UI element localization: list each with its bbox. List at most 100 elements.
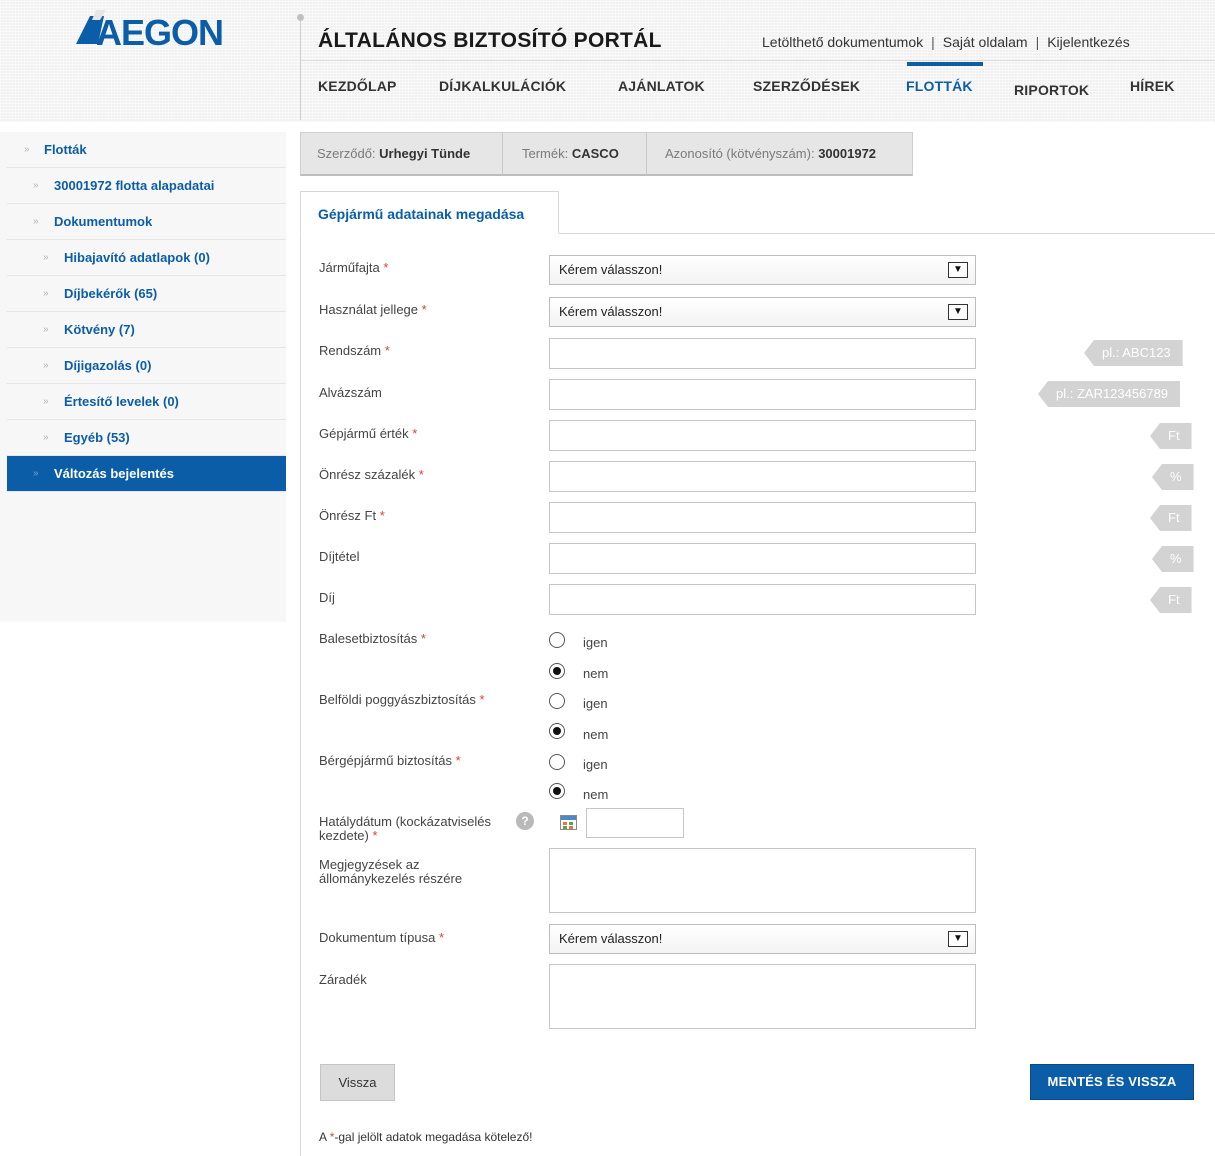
tab-vehicle-data[interactable]: Gépjármű adatainak megadása <box>300 191 559 234</box>
nav-kezdolap[interactable]: KEZDŐLAP <box>318 78 397 94</box>
contractor-info: Szerződő: Urhegyi Tünde <box>317 133 470 175</box>
nav-szerzodesek[interactable]: SZERZŐDÉSEK <box>753 78 860 94</box>
sidebar-item-dijigazolas[interactable]: » Díjigazolás (0) <box>7 348 286 384</box>
chassis-label: Alvázszám <box>319 385 382 400</box>
help-icon[interactable]: ? <box>516 812 534 830</box>
sidebar-item-label: Dokumentumok <box>54 214 153 229</box>
luggage-yes-radio[interactable] <box>549 693 565 709</box>
contract-info-bar: Szerződő: Urhegyi Tünde Termék: CASCO Az… <box>300 132 913 176</box>
plate-input[interactable] <box>549 338 976 369</box>
effective-date-input[interactable] <box>586 808 684 838</box>
product-info: Termék: CASCO <box>522 133 619 175</box>
plate-hint: pl.: ABC123 <box>1084 340 1183 366</box>
rental-no-radio[interactable] <box>549 783 565 799</box>
rental-no-label: nem <box>583 787 609 802</box>
luggage-label: Belföldi poggyászbiztosítás * <box>319 692 485 707</box>
nav-ajanlatok[interactable]: AJÁNLATOK <box>618 78 705 94</box>
chassis-input[interactable] <box>549 379 976 410</box>
accident-no-radio[interactable] <box>549 663 565 679</box>
sidebar: » Flották » 30001972 flotta alapadatai » Do… <box>7 132 286 492</box>
plate-label: Rendszám * <box>319 343 390 358</box>
car-value-input[interactable] <box>549 420 976 451</box>
nav-hirek[interactable]: HÍREK <box>1130 78 1175 94</box>
accident-no-label: nem <box>583 666 609 681</box>
vehicle-type-label: Járműfajta * <box>319 260 389 275</box>
notes-textarea[interactable] <box>549 848 976 913</box>
bullet-icon: » <box>43 288 49 299</box>
fee-input[interactable] <box>549 584 976 615</box>
active-nav-indicator <box>907 62 983 66</box>
info-divider <box>502 133 503 175</box>
sidebar-item-flottak[interactable]: » Flották <box>7 132 286 168</box>
save-and-back-button[interactable]: MENTÉS ÉS VISSZA <box>1030 1064 1194 1100</box>
bullet-icon: » <box>33 216 39 227</box>
accident-label: Balesetbiztosítás * <box>319 631 426 646</box>
accident-yes-radio[interactable] <box>549 632 565 648</box>
sidebar-item-label: Díjigazolás (0) <box>64 358 152 373</box>
bullet-icon: » <box>43 360 49 371</box>
fee-label: Díj <box>319 590 335 605</box>
usage-value: Kérem válasszon! <box>559 304 663 319</box>
usage-select[interactable]: Kérem válasszon! ▼ <box>549 297 976 327</box>
deductible-ft-input[interactable] <box>549 502 976 533</box>
sidebar-item-egyeb[interactable]: » Egyéb (53) <box>7 420 286 456</box>
policy-id-info: Azonosító (kötvényszám): 30001972 <box>665 133 876 175</box>
calendar-icon[interactable] <box>560 815 577 830</box>
doc-type-select[interactable]: Kérem válasszon! ▼ <box>549 924 976 954</box>
sidebar-item-flotta-alapadatai[interactable]: » 30001972 flotta alapadatai <box>7 168 286 204</box>
info-divider <box>646 133 647 175</box>
effective-date-label: Hatálydátum (kockázatviselés kezdete) * <box>319 814 491 843</box>
vehicle-type-value: Kérem válasszon! <box>559 262 663 277</box>
sidebar-item-dijbekerok[interactable]: » Díjbekérők (65) <box>7 276 286 312</box>
link-separator: | <box>1035 34 1040 50</box>
header-separator <box>300 60 1215 61</box>
link-downloads[interactable]: Letölthető dokumentumok <box>762 34 923 50</box>
product-value: CASCO <box>571 146 619 161</box>
clause-textarea[interactable] <box>549 964 976 1029</box>
link-logout[interactable]: Kijelentkezés <box>1047 34 1130 50</box>
bullet-icon: » <box>43 432 49 443</box>
top-links: Letölthető dokumentumok | Saját oldalam | Ki… <box>762 34 1130 50</box>
rental-yes-label: igen <box>583 757 608 772</box>
nav-dijkalkulaciok[interactable]: DÍJKALKULÁCIÓK <box>439 78 566 94</box>
doc-type-value: Kérem válasszon! <box>559 931 663 946</box>
deductible-pct-label: Önrész százalék * <box>319 467 424 482</box>
policy-id-label: Azonosító (kötvényszám): <box>665 146 815 161</box>
sidebar-item-label: Egyéb (53) <box>64 430 130 445</box>
luggage-no-radio[interactable] <box>549 723 565 739</box>
product-label: Termék: <box>522 146 569 161</box>
luggage-yes-label: igen <box>583 696 608 711</box>
nav-riportok[interactable]: RIPORTOK <box>1014 82 1089 98</box>
chassis-hint: pl.: ZAR123456789 <box>1038 381 1181 407</box>
sidebar-item-kotveny[interactable]: » Kötvény (7) <box>7 312 286 348</box>
rental-yes-radio[interactable] <box>549 754 565 770</box>
sidebar-item-label: Változás bejelentés <box>54 466 174 481</box>
rate-input[interactable] <box>549 543 976 574</box>
sidebar-item-hibajavito[interactable]: » Hibajavító adatlapok (0) <box>7 240 286 276</box>
link-my-page[interactable]: Saját oldalam <box>943 34 1028 50</box>
deductible-ft-label: Önrész Ft * <box>319 508 385 523</box>
back-button[interactable]: Vissza <box>320 1064 395 1101</box>
sidebar-item-label: Hibajavító adatlapok (0) <box>64 250 210 265</box>
rental-label: Bérgépjármű biztosítás * <box>319 753 461 768</box>
sidebar-item-label: Díjbekérők (65) <box>64 286 158 301</box>
chevron-down-icon: ▼ <box>948 931 968 947</box>
policy-id-value: 30001972 <box>818 146 877 161</box>
bullet-icon: » <box>24 144 30 155</box>
nav-flottak[interactable]: FLOTTÁK <box>906 78 973 94</box>
required-footnote: A *-gal jelölt adatok megadása kötelező! <box>319 1130 533 1144</box>
vehicle-type-select[interactable]: Kérem válasszon! ▼ <box>549 255 976 285</box>
notes-label: Megjegyzések az állománykezelés részére <box>319 857 463 886</box>
chevron-down-icon: ▼ <box>948 304 968 320</box>
bullet-icon: » <box>43 252 49 263</box>
sidebar-item-dokumentumok[interactable]: » Dokumentumok <box>7 204 286 240</box>
sidebar-item-ertesito-levelek[interactable]: » Értesítő levelek (0) <box>7 384 286 420</box>
clause-label: Záradék <box>319 972 367 987</box>
sidebar-item-label: Flották <box>44 142 87 157</box>
accident-yes-label: igen <box>583 635 608 650</box>
deductible-pct-input[interactable] <box>549 461 976 492</box>
chevron-down-icon: ▼ <box>948 262 968 278</box>
sidebar-item-valtozas-bejelentes[interactable]: » Változás bejelentés <box>7 456 286 492</box>
logo-text: AEGON <box>96 12 224 53</box>
bullet-icon: » <box>33 468 39 479</box>
